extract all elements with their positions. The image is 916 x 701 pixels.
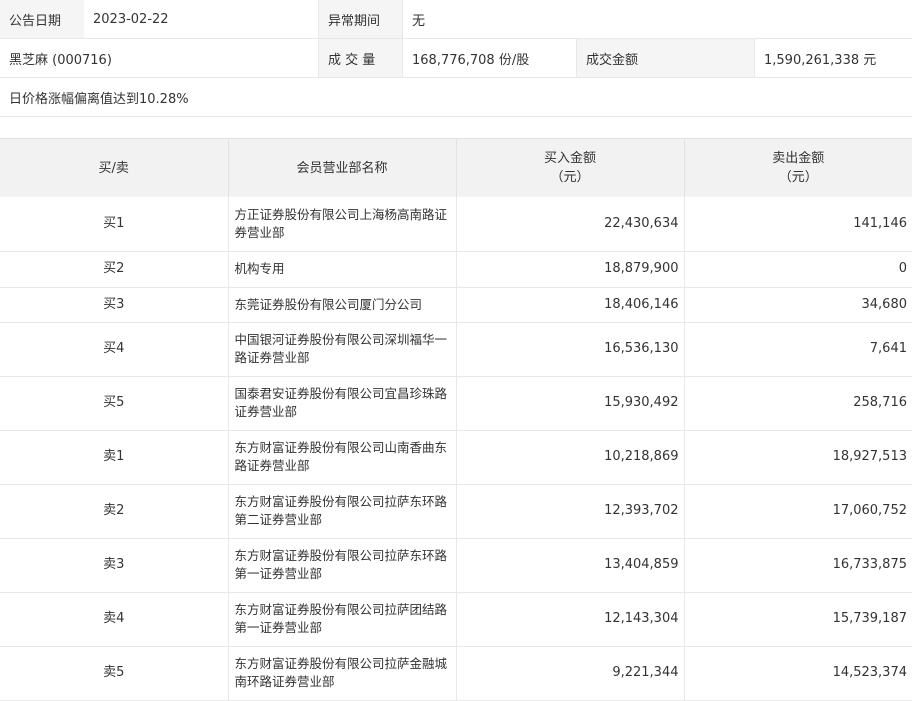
table-row: 卖4 东方财富证券股份有限公司拉萨团结路第一证券营业部 12,143,304 1… — [0, 592, 912, 647]
row-sell-amount: 7,641 — [684, 322, 912, 377]
row-broker-name: 东方财富证券股份有限公司拉萨东环路第一证券营业部 — [228, 538, 457, 593]
info-row-reason: 日价格涨幅偏离值达到10.28% — [0, 78, 912, 117]
info-row-stock: 黑芝麻 (000716) 成 交 量 168,776,708 份/股 成交金额 … — [0, 39, 912, 78]
row-broker-name: 机构专用 — [228, 251, 457, 288]
row-buy-amount: 18,879,900 — [456, 251, 685, 288]
info-row-date: 公告日期 2023-02-22 异常期间 无 — [0, 0, 912, 39]
header-sell: 卖出金额 （元） — [684, 138, 912, 197]
row-broker-name: 东方财富证券股份有限公司拉萨金融城南环路证券营业部 — [228, 646, 457, 701]
volume-label: 成 交 量 — [318, 39, 402, 77]
row-sell-amount: 0 — [684, 251, 912, 288]
period-label: 异常期间 — [318, 0, 402, 38]
row-side: 卖2 — [0, 484, 229, 539]
table-header-row: 买/卖 会员营业部名称 买入金额 （元） 卖出金额 （元） — [0, 138, 912, 197]
stock-name: 黑芝麻 (000716) — [9, 52, 112, 68]
row-sell-amount: 17,060,752 — [684, 484, 912, 539]
abnormal-reason: 日价格涨幅偏离值达到10.28% — [9, 91, 189, 107]
row-side: 卖5 — [0, 646, 229, 701]
amount-label: 成交金额 — [576, 39, 754, 77]
row-buy-amount: 12,393,702 — [456, 484, 685, 539]
table-row: 卖2 东方财富证券股份有限公司拉萨东环路第二证券营业部 12,393,702 1… — [0, 484, 912, 539]
row-side: 买3 — [0, 287, 229, 323]
header-name: 会员营业部名称 — [228, 138, 457, 197]
period-value: 无 — [402, 0, 912, 38]
volume-value: 168,776,708 份/股 — [402, 39, 576, 77]
row-buy-amount: 13,404,859 — [456, 538, 685, 593]
header-side: 买/卖 — [0, 138, 229, 197]
row-broker-name: 东方财富证券股份有限公司山南香曲东路证券营业部 — [228, 430, 457, 485]
row-buy-amount: 22,430,634 — [456, 197, 685, 252]
table-row: 卖1 东方财富证券股份有限公司山南香曲东路证券营业部 10,218,869 18… — [0, 430, 912, 485]
header-buy: 买入金额 （元） — [456, 138, 685, 197]
table-row: 卖3 东方财富证券股份有限公司拉萨东环路第一证券营业部 13,404,859 1… — [0, 538, 912, 593]
row-sell-amount: 16,733,875 — [684, 538, 912, 593]
row-buy-amount: 18,406,146 — [456, 287, 685, 323]
row-buy-amount: 10,218,869 — [456, 430, 685, 485]
table-row: 买4 中国银河证券股份有限公司深圳福华一路证券营业部 16,536,130 7,… — [0, 322, 912, 377]
table-row: 买3 东莞证券股份有限公司厦门分公司 18,406,146 34,680 — [0, 287, 912, 323]
row-buy-amount: 16,536,130 — [456, 322, 685, 377]
row-side: 卖4 — [0, 592, 229, 647]
table-row: 买5 国泰君安证券股份有限公司宜昌珍珠路证券营业部 15,930,492 258… — [0, 376, 912, 431]
row-broker-name: 东方财富证券股份有限公司拉萨东环路第二证券营业部 — [228, 484, 457, 539]
row-side: 买1 — [0, 197, 229, 252]
row-side: 买4 — [0, 322, 229, 377]
row-broker-name: 中国银河证券股份有限公司深圳福华一路证券营业部 — [228, 322, 457, 377]
row-side: 卖3 — [0, 538, 229, 593]
row-sell-amount: 15,739,187 — [684, 592, 912, 647]
table-row: 买2 机构专用 18,879,900 0 — [0, 251, 912, 288]
trading-table: 买/卖 会员营业部名称 买入金额 （元） 卖出金额 （元） 买1 方正证券股份有… — [0, 138, 912, 701]
table-row: 买1 方正证券股份有限公司上海杨高南路证券营业部 22,430,634 141,… — [0, 197, 912, 252]
row-sell-amount: 14,523,374 — [684, 646, 912, 701]
row-buy-amount: 9,221,344 — [456, 646, 685, 701]
row-broker-name: 方正证券股份有限公司上海杨高南路证券营业部 — [228, 197, 457, 252]
date-label: 公告日期 — [0, 0, 84, 38]
amount-value: 1,590,261,338 元 — [754, 39, 912, 77]
row-side: 买5 — [0, 376, 229, 431]
row-sell-amount: 34,680 — [684, 287, 912, 323]
row-side: 买2 — [0, 251, 229, 288]
row-sell-amount: 258,716 — [684, 376, 912, 431]
row-broker-name: 东方财富证券股份有限公司拉萨团结路第一证券营业部 — [228, 592, 457, 647]
row-broker-name: 东莞证券股份有限公司厦门分公司 — [228, 287, 457, 323]
date-value: 2023-02-22 — [93, 11, 169, 27]
row-sell-amount: 18,927,513 — [684, 430, 912, 485]
row-buy-amount: 12,143,304 — [456, 592, 685, 647]
row-side: 卖1 — [0, 430, 229, 485]
row-sell-amount: 141,146 — [684, 197, 912, 252]
row-buy-amount: 15,930,492 — [456, 376, 685, 431]
row-broker-name: 国泰君安证券股份有限公司宜昌珍珠路证券营业部 — [228, 376, 457, 431]
table-row: 卖5 东方财富证券股份有限公司拉萨金融城南环路证券营业部 9,221,344 1… — [0, 646, 912, 701]
